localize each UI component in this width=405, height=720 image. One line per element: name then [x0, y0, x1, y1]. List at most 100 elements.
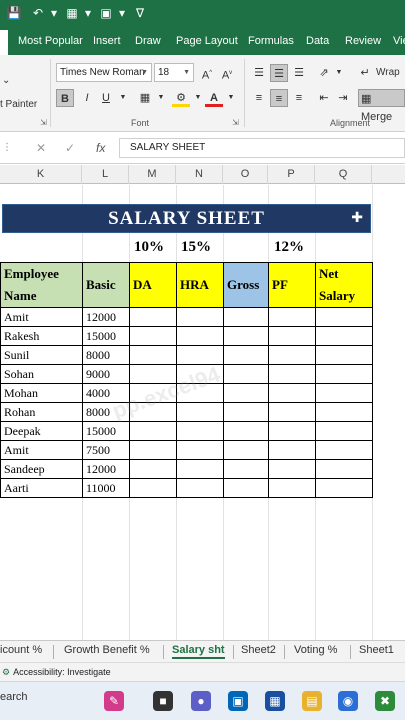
basic-cell[interactable]: 8000: [82, 345, 130, 365]
save-icon[interactable]: 💾: [6, 6, 22, 20]
check-icon[interactable]: ✓: [65, 141, 75, 155]
clipboard-launcher-icon[interactable]: ⇲: [40, 118, 47, 127]
hra-cell[interactable]: [176, 402, 224, 422]
sheet-tab-salary-sht[interactable]: Salary sht: [172, 644, 225, 659]
da-cell[interactable]: [129, 326, 177, 346]
gross-cell[interactable]: [223, 459, 269, 479]
chevron-down-icon[interactable]: ▾: [46, 6, 62, 20]
basic-cell[interactable]: 11000: [82, 478, 130, 498]
sheet-tab-sheet1[interactable]: Sheet1: [359, 644, 394, 656]
da-cell[interactable]: [129, 478, 177, 498]
column-header-m[interactable]: M: [129, 165, 176, 184]
header-net-salary[interactable]: Net Salary: [315, 262, 373, 308]
worksheet[interactable]: SALARY SHEET ✚ 10% 15% 12% Employee Name…: [0, 185, 405, 640]
pf-cell[interactable]: [268, 459, 316, 479]
file-explorer-icon[interactable]: ▤: [302, 691, 322, 711]
tab-review[interactable]: Review: [345, 35, 381, 47]
column-header-q[interactable]: Q: [315, 165, 372, 184]
tab-most-popular[interactable]: Most Popular: [18, 35, 83, 47]
hra-cell[interactable]: [176, 345, 224, 365]
chevron-down-icon[interactable]: ▼: [152, 89, 170, 107]
chevron-down-icon[interactable]: ▾: [80, 6, 96, 20]
task-view-icon[interactable]: ■: [153, 691, 173, 711]
basic-cell[interactable]: 15000: [82, 421, 130, 441]
header-da[interactable]: DA: [129, 262, 177, 308]
customize-qat-icon[interactable]: ∇: [132, 6, 148, 20]
net-salary-cell[interactable]: [315, 478, 373, 498]
net-salary-cell[interactable]: [315, 402, 373, 422]
align-left-icon[interactable]: ≡: [250, 89, 268, 107]
hra-cell[interactable]: [176, 440, 224, 460]
paint-brushes-icon[interactable]: ✎: [104, 691, 124, 711]
name-box-handle[interactable]: ⋮: [2, 142, 12, 153]
taskbar-search[interactable]: earch: [0, 691, 28, 703]
app-icon[interactable]: ▦: [265, 691, 285, 711]
hra-cell[interactable]: [176, 459, 224, 479]
tab-formulas[interactable]: Formulas: [248, 35, 294, 47]
pf-cell[interactable]: [268, 326, 316, 346]
da-cell[interactable]: [129, 307, 177, 327]
increase-font-size-button[interactable]: A^: [198, 64, 216, 82]
align-middle-icon[interactable]: ☰: [270, 64, 288, 82]
sheet-tab-discount[interactable]: icount %: [0, 644, 42, 656]
sheet-tab-growth-benefit[interactable]: Growth Benefit %: [64, 644, 150, 656]
decrease-font-size-button[interactable]: Av: [218, 64, 236, 82]
gross-cell[interactable]: [223, 440, 269, 460]
pf-cell[interactable]: [268, 421, 316, 441]
employee-name-cell[interactable]: Sandeep: [0, 459, 83, 479]
italic-button[interactable]: I: [78, 89, 96, 107]
column-header-n[interactable]: N: [176, 165, 223, 184]
gross-cell[interactable]: [223, 478, 269, 498]
gross-cell[interactable]: [223, 402, 269, 422]
pf-cell[interactable]: [268, 383, 316, 403]
hra-cell[interactable]: [176, 421, 224, 441]
net-salary-cell[interactable]: [315, 459, 373, 479]
da-cell[interactable]: [129, 440, 177, 460]
formula-input[interactable]: SALARY SHEET: [119, 138, 405, 158]
font-color-icon[interactable]: A: [205, 89, 223, 107]
cancel-icon[interactable]: ✕: [36, 141, 46, 155]
header-pf[interactable]: PF: [268, 262, 316, 308]
pf-cell[interactable]: [268, 478, 316, 498]
bold-button[interactable]: B: [56, 89, 74, 107]
column-header-o[interactable]: O: [223, 165, 268, 184]
hra-cell[interactable]: [176, 326, 224, 346]
basic-cell[interactable]: 12000: [82, 307, 130, 327]
employee-name-cell[interactable]: Rakesh: [0, 326, 83, 346]
pf-cell[interactable]: [268, 364, 316, 384]
hra-cell[interactable]: [176, 307, 224, 327]
format-painter-button[interactable]: t Painter: [0, 99, 37, 110]
merge-center-button[interactable]: ▦ Merge: [358, 89, 405, 123]
gross-cell[interactable]: [223, 383, 269, 403]
header-basic[interactable]: Basic: [82, 262, 130, 308]
chevron-down-icon[interactable]: ▾: [114, 6, 130, 20]
gross-cell[interactable]: [223, 307, 269, 327]
align-center-icon[interactable]: ≡: [270, 89, 288, 107]
column-header-k[interactable]: K: [0, 165, 82, 184]
pf-cell[interactable]: [268, 345, 316, 365]
header-hra[interactable]: HRA: [176, 262, 224, 308]
sheet-tab-sheet2[interactable]: Sheet2: [241, 644, 276, 656]
align-bottom-icon[interactable]: ☰: [290, 64, 308, 82]
net-salary-cell[interactable]: [315, 440, 373, 460]
employee-name-cell[interactable]: Aarti: [0, 478, 83, 498]
chrome-icon[interactable]: ◉: [338, 691, 358, 711]
chevron-down-icon[interactable]: ⌄: [2, 75, 10, 86]
table-icon[interactable]: ▦: [64, 6, 80, 20]
increase-indent-icon[interactable]: ⇥: [334, 89, 352, 107]
header-gross[interactable]: Gross: [223, 262, 269, 308]
da-cell[interactable]: [129, 345, 177, 365]
tab-data[interactable]: Data: [306, 35, 329, 47]
basic-cell[interactable]: 7500: [82, 440, 130, 460]
salary-sheet-title-cell[interactable]: SALARY SHEET ✚: [2, 204, 371, 233]
net-salary-cell[interactable]: [315, 383, 373, 403]
employee-name-cell[interactable]: Mohan: [0, 383, 83, 403]
tab-draw[interactable]: Draw: [135, 35, 161, 47]
basic-cell[interactable]: 12000: [82, 459, 130, 479]
tab-insert[interactable]: Insert: [93, 35, 121, 47]
employee-name-cell[interactable]: Amit: [0, 307, 83, 327]
underline-button[interactable]: U: [97, 89, 115, 107]
decrease-indent-icon[interactable]: ⇤: [315, 89, 333, 107]
accessibility-status[interactable]: Accessibility: Investigate: [13, 667, 111, 677]
tab-view[interactable]: Vie: [393, 35, 405, 47]
